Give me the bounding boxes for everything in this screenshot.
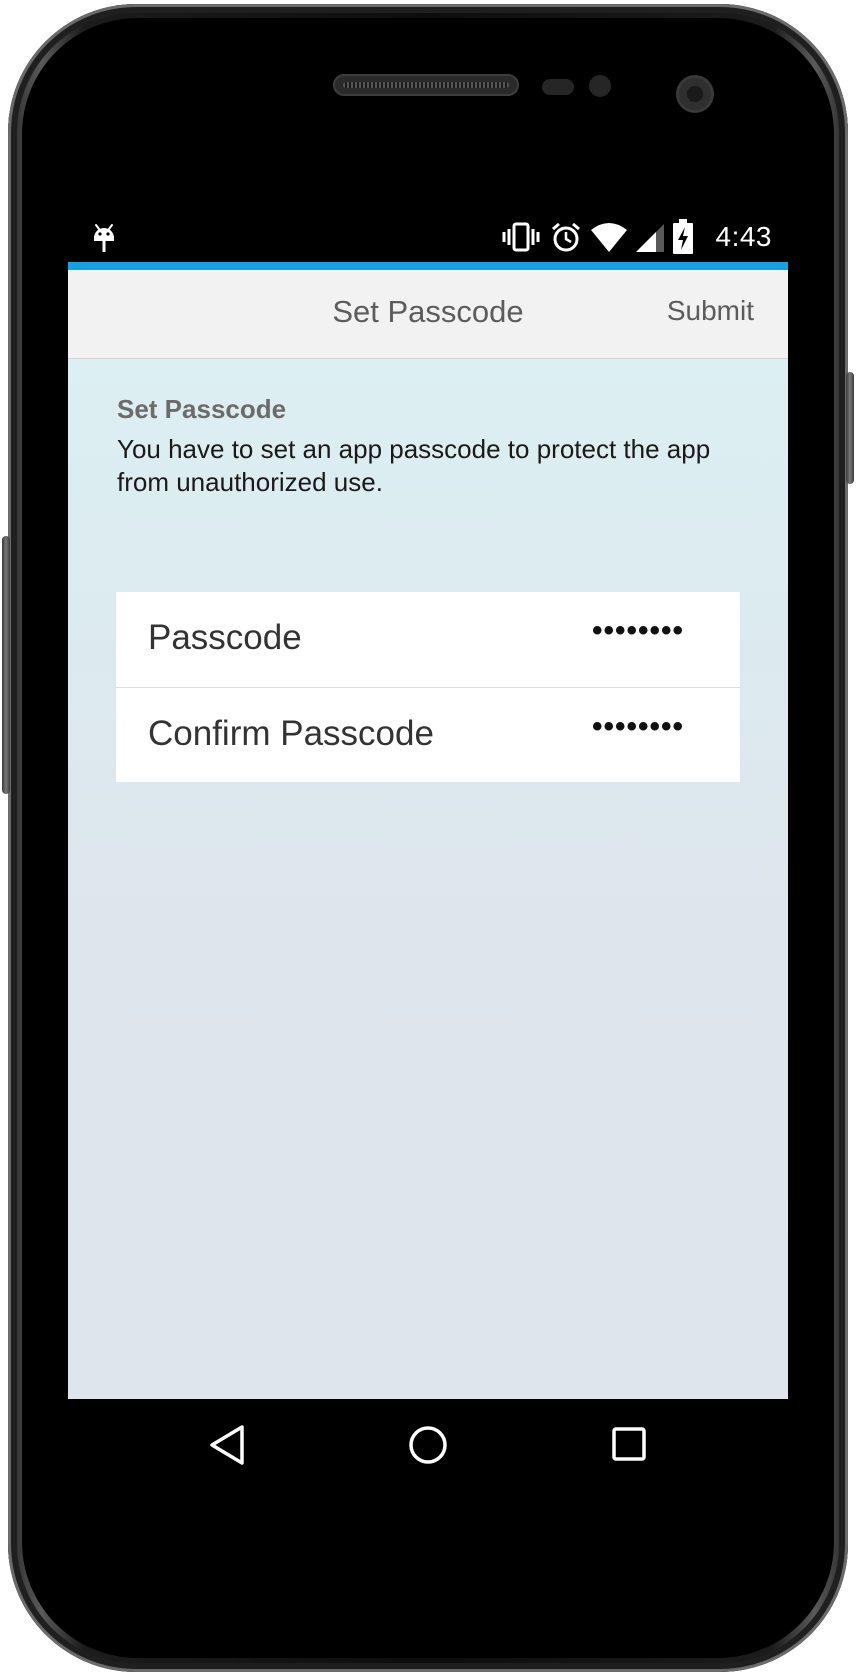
screen: 4:43 Set Passcode Submit Set Passcode Yo…	[68, 212, 788, 1492]
back-icon[interactable]	[206, 1423, 248, 1467]
status-bar: 4:43	[68, 212, 788, 262]
section-title: Set Passcode	[117, 394, 287, 424]
app-header: Set Passcode Submit	[68, 270, 788, 359]
earpiece-speaker	[333, 74, 519, 96]
passcode-input[interactable]: ••••••••	[592, 614, 684, 648]
alarm-icon	[552, 222, 580, 252]
power-button	[846, 372, 854, 484]
light-sensor	[589, 75, 611, 97]
confirm-passcode-field[interactable]: Confirm Passcode ••••••••	[116, 688, 740, 783]
signal-icon	[636, 224, 664, 252]
passcode-label: Passcode	[148, 618, 302, 657]
vibrate-icon	[502, 222, 540, 252]
confirm-passcode-input[interactable]: ••••••••	[592, 710, 684, 744]
navigation-bar	[68, 1399, 788, 1492]
section-description: You have to set an app passcode to prote…	[117, 434, 711, 497]
android-debug-icon	[94, 224, 114, 252]
confirm-passcode-label: Confirm Passcode	[148, 714, 434, 753]
passcode-field[interactable]: Passcode ••••••••	[116, 592, 740, 688]
accent-line	[68, 262, 788, 270]
battery-charging-icon	[673, 219, 693, 254]
front-camera	[676, 75, 714, 113]
passcode-form: Passcode •••••••• Confirm Passcode •••••…	[116, 592, 740, 782]
content-area: Set Passcode You have to set an app pass…	[68, 359, 788, 1399]
submit-button[interactable]: Submit	[667, 295, 754, 327]
recents-icon[interactable]	[608, 1423, 650, 1467]
proximity-sensor	[542, 79, 574, 95]
status-time: 4:43	[715, 221, 772, 252]
home-icon[interactable]	[406, 1423, 450, 1467]
volume-button	[2, 536, 10, 794]
wifi-icon	[591, 223, 627, 252]
